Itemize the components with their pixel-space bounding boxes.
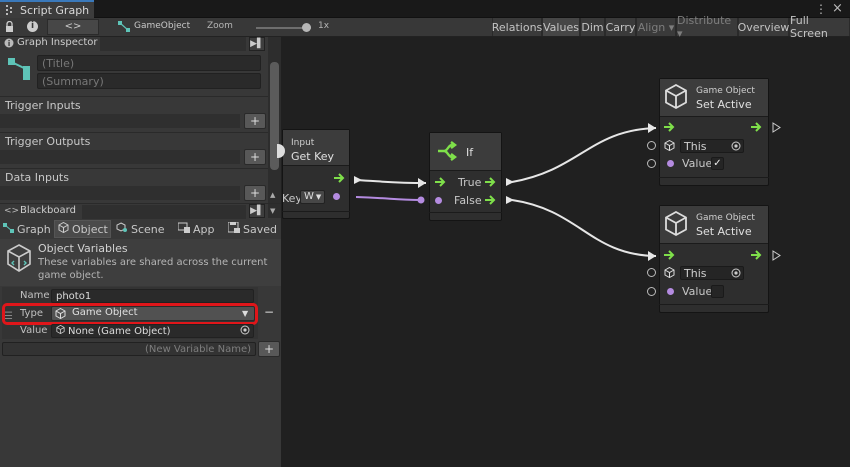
- control-input-port[interactable]: [664, 122, 676, 135]
- false-connection: [511, 199, 657, 257]
- arrow-icon: [648, 123, 656, 133]
- value-connection: [355, 196, 421, 201]
- condition-input-port[interactable]: [435, 197, 442, 204]
- chevron-down-icon: ▼: [315, 193, 322, 201]
- target-value: This: [684, 139, 707, 153]
- target-value: This: [684, 266, 707, 280]
- node-category: Input: [291, 138, 315, 148]
- true-output-port[interactable]: [485, 177, 497, 190]
- control-connection: [355, 179, 427, 184]
- arrow-icon: [506, 178, 514, 186]
- value-checkbox[interactable]: [711, 285, 724, 298]
- output-arrow-icon[interactable]: [772, 250, 781, 264]
- node-footer: [659, 304, 769, 305]
- node-title: Get Key: [291, 150, 335, 163]
- arrow-icon: [506, 196, 514, 204]
- true-label: True: [458, 176, 482, 189]
- key-value: W: [304, 191, 314, 202]
- control-output-port[interactable]: [751, 122, 763, 135]
- node-footer: [282, 211, 350, 212]
- value-port-dot: [667, 288, 674, 295]
- target-port[interactable]: [647, 141, 656, 150]
- value-port-dot: [667, 160, 674, 167]
- value-label: Value: [682, 285, 713, 298]
- key-label: Key: [282, 192, 302, 205]
- cube-icon: [664, 83, 688, 113]
- node-category: Game Object: [696, 213, 755, 223]
- arrow-icon: [418, 178, 426, 188]
- true-connection: [511, 127, 657, 183]
- value-port-dot: [417, 196, 425, 204]
- node-title: Set Active: [696, 225, 752, 238]
- node-footer: [429, 212, 502, 213]
- arrow-icon: [354, 176, 362, 184]
- value-checkbox[interactable]: ✓: [711, 157, 724, 170]
- branch-icon: [436, 140, 458, 165]
- key-dropdown[interactable]: W ▼: [300, 190, 325, 204]
- node-title: Set Active: [696, 98, 752, 111]
- cube-icon: [664, 266, 675, 281]
- cube-icon: [664, 139, 675, 154]
- node-title: If: [466, 146, 474, 159]
- control-input-port[interactable]: [435, 177, 447, 190]
- value-port[interactable]: [647, 159, 656, 168]
- arrow-icon: [648, 251, 656, 261]
- cube-icon: [664, 210, 688, 240]
- value-output-port[interactable]: [333, 193, 340, 200]
- control-output-port[interactable]: [751, 250, 763, 263]
- control-output-port[interactable]: [334, 173, 346, 186]
- object-picker-icon[interactable]: [731, 141, 741, 154]
- false-label: False: [454, 194, 482, 207]
- value-label: Value: [682, 157, 713, 170]
- control-input-port[interactable]: [664, 250, 676, 263]
- node-category: Game Object: [696, 86, 755, 96]
- output-arrow-icon[interactable]: [772, 122, 781, 136]
- false-output-port[interactable]: [485, 195, 497, 208]
- object-picker-icon[interactable]: [731, 268, 741, 281]
- node-footer: [659, 177, 769, 178]
- value-port[interactable]: [647, 287, 656, 296]
- target-port[interactable]: [647, 268, 656, 277]
